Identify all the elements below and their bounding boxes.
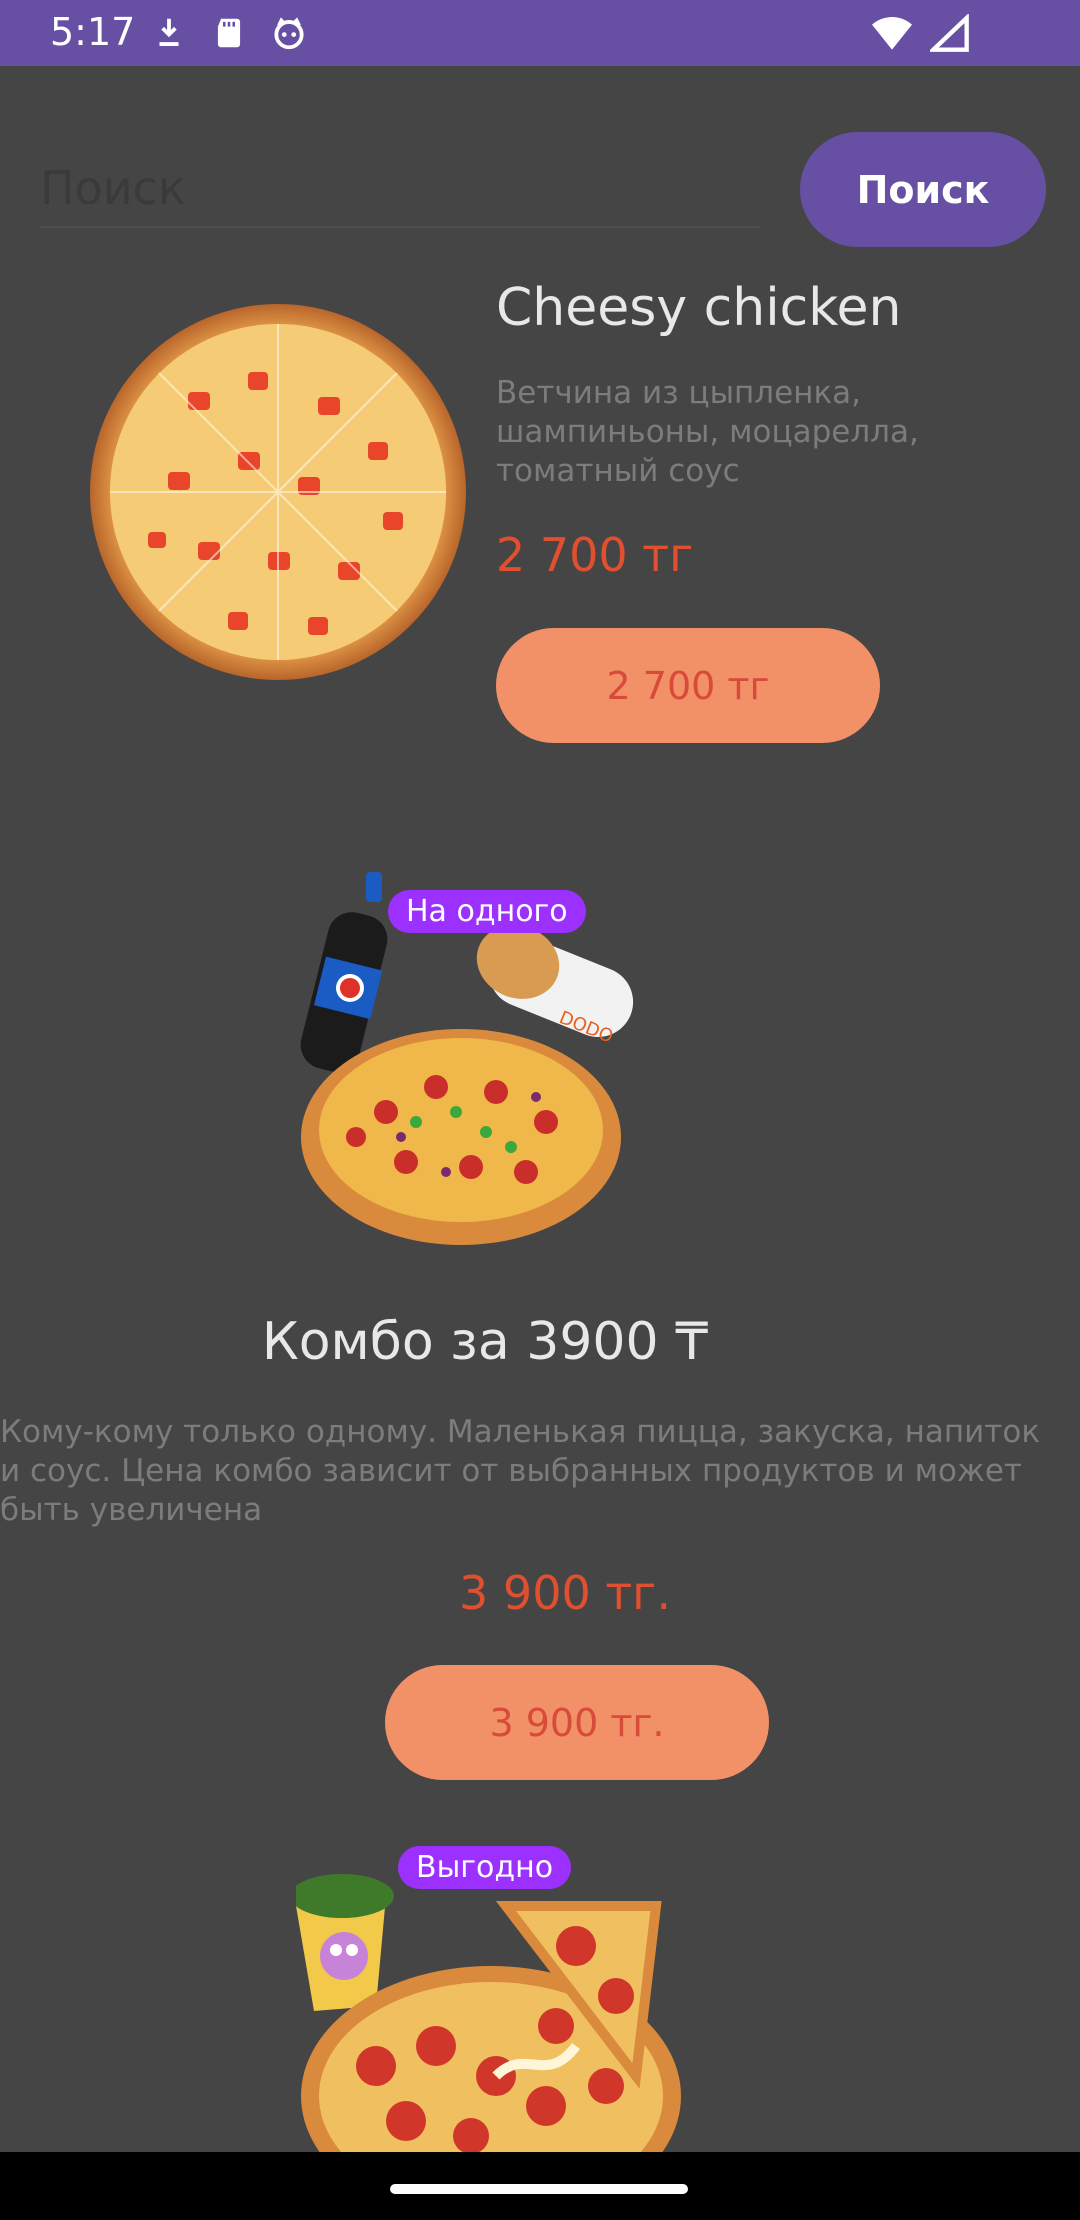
status-bar: 5:17	[0, 0, 1080, 66]
download-icon	[159, 18, 179, 46]
product-description: Кому-кому только одному. Маленькая пицца…	[0, 1414, 1041, 1528]
status-right-icons	[872, 14, 970, 52]
home-gesture-handle[interactable]	[390, 2184, 688, 2194]
wifi-icon	[872, 17, 912, 50]
product-description: Ветчина из цыпленка, шампиньоны, моцарел…	[496, 375, 919, 489]
sd-card-icon	[217, 18, 241, 48]
cheesy-chicken-pizza-image	[90, 304, 466, 680]
buy-button[interactable]: 3 900 тг.	[385, 1665, 769, 1780]
combo-image	[296, 1874, 681, 2166]
cat-face-icon	[274, 17, 304, 50]
product-price: 3 900 тг.	[459, 1566, 671, 1620]
search-button[interactable]: Поиск	[800, 132, 1046, 247]
product-title: Cheesy chicken	[496, 278, 902, 338]
status-time: 5:17	[50, 10, 136, 54]
status-left-icons	[150, 14, 308, 52]
buy-button[interactable]: 2 700 тг	[496, 628, 880, 743]
signal-icon	[930, 14, 969, 52]
search-input[interactable]	[40, 150, 760, 228]
product-title: Комбо за 3900 ₸	[261, 1312, 709, 1372]
product-badge: Выгодно	[398, 1846, 572, 1889]
product-price: 2 700 тг	[496, 528, 694, 582]
product-badge: На одного	[388, 890, 586, 933]
